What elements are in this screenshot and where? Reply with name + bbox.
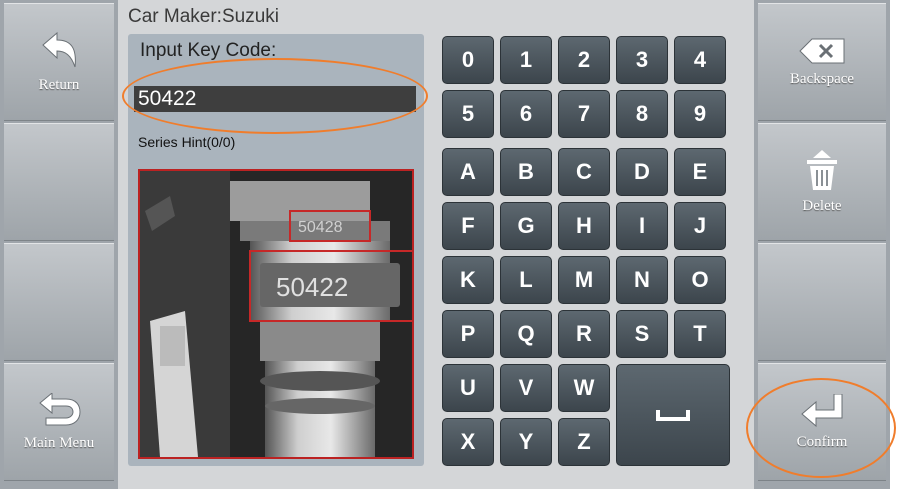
- key-q[interactable]: Q: [500, 310, 552, 358]
- main-menu-label: Main Menu: [23, 434, 95, 451]
- key-i[interactable]: I: [616, 202, 668, 250]
- return-button[interactable]: Return: [4, 3, 114, 121]
- key-g[interactable]: G: [500, 202, 552, 250]
- key-j[interactable]: J: [674, 202, 726, 250]
- key-code-input[interactable]: 50422: [134, 86, 416, 112]
- key-y[interactable]: Y: [500, 418, 552, 466]
- left-empty-slot-1: [4, 123, 114, 241]
- left-empty-slot-2: [4, 243, 114, 361]
- key-4[interactable]: 4: [674, 36, 726, 84]
- upper-code-text: 50428: [298, 219, 343, 236]
- key-s[interactable]: S: [616, 310, 668, 358]
- key-d[interactable]: D: [616, 148, 668, 196]
- key-1[interactable]: 1: [500, 36, 552, 84]
- backspace-icon: [799, 38, 845, 63]
- screen: Return Main Menu Car Maker:Suzuki Input …: [0, 0, 890, 489]
- key-2[interactable]: 2: [558, 36, 610, 84]
- key-m[interactable]: M: [558, 256, 610, 304]
- key-z[interactable]: Z: [558, 418, 610, 466]
- key-5[interactable]: 5: [442, 90, 494, 138]
- key-e[interactable]: E: [674, 148, 726, 196]
- key-c[interactable]: C: [558, 148, 610, 196]
- enter-arrow-icon: [801, 393, 843, 427]
- key-cylinder-photo: 50428 50422: [138, 169, 414, 459]
- key-u[interactable]: U: [442, 364, 494, 412]
- input-key-code-label: Input Key Code:: [140, 40, 277, 61]
- key-a[interactable]: A: [442, 148, 494, 196]
- key-b[interactable]: B: [500, 148, 552, 196]
- trash-bin-icon: [807, 149, 837, 190]
- backspace-button[interactable]: Backspace: [758, 3, 886, 121]
- key-3[interactable]: 3: [616, 36, 668, 84]
- key-h[interactable]: H: [558, 202, 610, 250]
- key-p[interactable]: P: [442, 310, 494, 358]
- lower-code-text: 50422: [276, 272, 348, 302]
- center-panel: Car Maker:Suzuki Input Key Code: 50422 S…: [118, 0, 754, 489]
- key-w[interactable]: W: [558, 364, 610, 412]
- key-0[interactable]: 0: [442, 36, 494, 84]
- key-8[interactable]: 8: [616, 90, 668, 138]
- backspace-label: Backspace: [789, 70, 855, 87]
- confirm-button[interactable]: Confirm: [758, 363, 886, 481]
- return-arrow-icon: [42, 31, 76, 67]
- key-r[interactable]: R: [558, 310, 610, 358]
- key-v[interactable]: V: [500, 364, 552, 412]
- key-k[interactable]: K: [442, 256, 494, 304]
- back-u-turn-icon: [39, 392, 81, 425]
- key-l[interactable]: L: [500, 256, 552, 304]
- key-9[interactable]: 9: [674, 90, 726, 138]
- car-maker-title: Car Maker:Suzuki: [128, 6, 279, 27]
- key-6[interactable]: 6: [500, 90, 552, 138]
- delete-button[interactable]: Delete: [758, 123, 886, 241]
- lock-cylinder-image: 50428 50422: [140, 171, 412, 457]
- return-label: Return: [38, 76, 80, 93]
- key-t[interactable]: T: [674, 310, 726, 358]
- key-o[interactable]: O: [674, 256, 726, 304]
- right-empty-slot: [758, 243, 886, 361]
- code-entry-panel: Input Key Code: 50422 Series Hint(0/0) 5…: [128, 34, 424, 466]
- key-x[interactable]: X: [442, 418, 494, 466]
- key-7[interactable]: 7: [558, 90, 610, 138]
- key-f[interactable]: F: [442, 202, 494, 250]
- key-n[interactable]: N: [616, 256, 668, 304]
- space-bar-icon: [656, 410, 690, 421]
- main-menu-button[interactable]: Main Menu: [4, 363, 114, 481]
- series-hint-label: Series Hint(0/0): [138, 134, 236, 150]
- space-key[interactable]: [616, 364, 730, 466]
- delete-label: Delete: [802, 197, 842, 214]
- right-sidebar: Backspace Delete Confirm: [754, 0, 890, 489]
- left-sidebar: Return Main Menu: [0, 0, 118, 489]
- confirm-label: Confirm: [796, 433, 848, 450]
